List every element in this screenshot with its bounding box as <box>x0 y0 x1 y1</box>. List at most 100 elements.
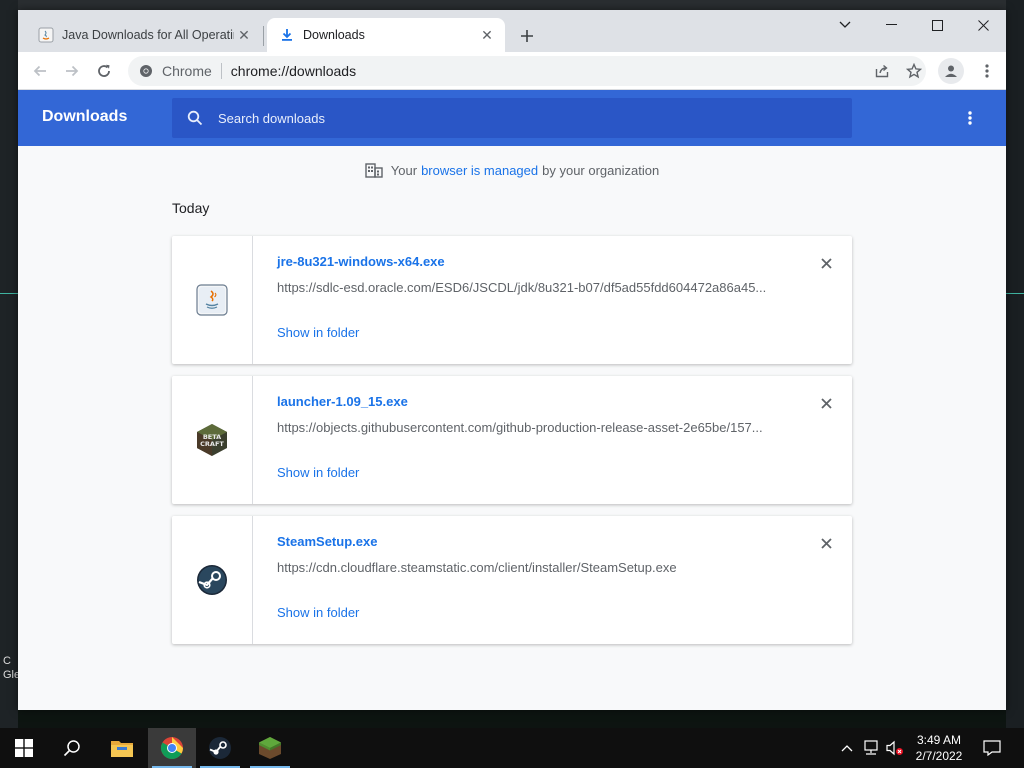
managed-text-after: by your organization <box>542 162 660 178</box>
close-window-button[interactable] <box>960 10 1006 40</box>
managed-link[interactable]: browser is managed <box>421 163 538 178</box>
maximize-button[interactable] <box>914 10 960 40</box>
browser-window: Java Downloads for All Operating ✕ Downl… <box>18 10 1006 710</box>
file-name-link[interactable]: jre-8u321-windows-x64.exe <box>277 254 445 269</box>
taskbar-chrome[interactable] <box>148 728 196 768</box>
search-input[interactable] <box>218 110 852 126</box>
network-button[interactable] <box>860 728 882 768</box>
notifications-button[interactable] <box>978 728 1006 768</box>
share-button[interactable] <box>868 56 896 86</box>
tab-search-button[interactable] <box>822 10 868 40</box>
remove-item-button[interactable] <box>816 253 836 273</box>
close-icon[interactable]: ✕ <box>234 25 254 45</box>
downloads-page: Downloads Search downloads Your browser … <box>18 90 1006 710</box>
grass-block-icon <box>259 737 281 759</box>
browser-toolbar: Chrome chrome://downloads <box>18 52 1006 90</box>
reload-icon <box>98 64 110 77</box>
arrow-left-icon <box>33 65 46 77</box>
new-tab-button[interactable] <box>515 24 539 48</box>
betacraft-icon-text: CRAFT <box>200 440 224 448</box>
file-source-url[interactable]: https://sdlc-esd.oracle.com/ESD6/JSCDL/j… <box>277 280 777 295</box>
bookmark-button[interactable] <box>900 56 928 86</box>
reload-button[interactable] <box>90 57 118 85</box>
remove-item-button[interactable] <box>816 393 836 413</box>
volume-button[interactable] <box>884 728 906 768</box>
desktop-left-accent-line <box>0 293 18 294</box>
desktop-left-window-edge <box>0 0 18 730</box>
search-button[interactable] <box>48 728 96 768</box>
tab-title: Downloads <box>303 28 365 42</box>
managed-notice: Your browser is managed by your organiza… <box>18 160 1006 180</box>
profile-button[interactable] <box>938 58 964 84</box>
betacraft-icon: BETA CRAFT <box>197 424 227 456</box>
downloads-menu-button[interactable] <box>958 106 982 130</box>
close-icon <box>977 19 989 31</box>
downloads-header: Downloads <box>18 90 1006 146</box>
java-file-icon <box>196 284 228 316</box>
file-name-link[interactable]: SteamSetup.exe <box>277 534 377 549</box>
show-hidden-icons-button[interactable] <box>838 728 856 768</box>
chevron-up-icon <box>841 745 853 752</box>
chrome-icon <box>161 737 183 759</box>
taskbar-steam[interactable] <box>196 728 244 768</box>
close-icon <box>820 257 832 269</box>
share-icon <box>875 64 889 78</box>
avatar-icon <box>945 65 957 77</box>
minimize-icon <box>885 24 897 25</box>
windows-icon <box>15 739 33 757</box>
notification-icon <box>983 740 1001 756</box>
taskbar-file-explorer[interactable] <box>98 728 146 768</box>
show-in-folder-link[interactable]: Show in folder <box>277 605 359 620</box>
download-icon <box>279 27 295 43</box>
clock-time: 3:49 AM <box>916 733 962 747</box>
close-icon <box>820 537 832 549</box>
url-text: chrome://downloads <box>230 63 357 79</box>
download-item: BETA CRAFT launcher-1.09_15.exe https://… <box>172 376 852 504</box>
folder-icon <box>111 741 133 757</box>
download-item: SteamSetup.exe https://cdn.cloudflare.st… <box>172 516 852 644</box>
arrow-right-icon <box>66 65 79 77</box>
file-icon-column: BETA CRAFT <box>172 376 253 504</box>
taskbar: 3:49 AM 2/7/2022 <box>0 728 1024 768</box>
desktop-right-accent-line <box>1006 293 1024 294</box>
more-vertical-icon <box>968 111 972 125</box>
taskbar-minecraft[interactable] <box>246 728 294 768</box>
star-icon <box>906 63 922 79</box>
building-icon <box>365 161 383 179</box>
address-bar[interactable]: Chrome chrome://downloads <box>128 56 926 86</box>
start-button[interactable] <box>0 728 48 768</box>
more-vertical-icon <box>985 64 989 78</box>
minimize-button[interactable] <box>868 10 914 40</box>
browser-menu-button[interactable] <box>974 58 1000 84</box>
file-icon-column <box>172 516 253 644</box>
system-clock[interactable]: 3:49 AM 2/7/2022 <box>904 732 974 764</box>
page-title: Downloads <box>42 108 128 125</box>
maximize-icon <box>931 19 943 31</box>
forward-button[interactable] <box>58 57 86 85</box>
clock-date: 2/7/2022 <box>915 749 963 763</box>
close-icon <box>820 397 832 409</box>
file-name-link[interactable]: launcher-1.09_15.exe <box>277 394 408 409</box>
search-box[interactable] <box>172 98 852 138</box>
tab-downloads[interactable]: Downloads ✕ <box>267 18 505 52</box>
tab-java-downloads[interactable]: Java Downloads for All Operating ✕ <box>26 18 262 52</box>
steam-icon <box>209 737 231 759</box>
file-icon-column <box>172 236 253 364</box>
tab-title: Java Downloads for All Operating <box>62 28 234 42</box>
managed-text-before: Your <box>390 162 418 178</box>
volume-muted-icon <box>886 740 903 756</box>
chrome-icon <box>138 63 154 79</box>
file-source-url[interactable]: https://objects.githubusercontent.com/gi… <box>277 420 777 435</box>
date-group-label: Today <box>172 200 210 216</box>
back-button[interactable] <box>26 57 54 85</box>
chevron-down-icon <box>839 21 851 28</box>
show-in-folder-link[interactable]: Show in folder <box>277 465 359 480</box>
java-icon <box>38 27 54 43</box>
remove-item-button[interactable] <box>816 533 836 553</box>
site-chip-label: Chrome <box>162 63 212 79</box>
file-source-url[interactable]: https://cdn.cloudflare.steamstatic.com/c… <box>277 560 777 575</box>
tab-strip: Java Downloads for All Operating ✕ Downl… <box>18 10 1006 52</box>
desktop-right-window-edge <box>1006 0 1024 730</box>
close-icon[interactable]: ✕ <box>477 25 497 45</box>
show-in-folder-link[interactable]: Show in folder <box>277 325 359 340</box>
